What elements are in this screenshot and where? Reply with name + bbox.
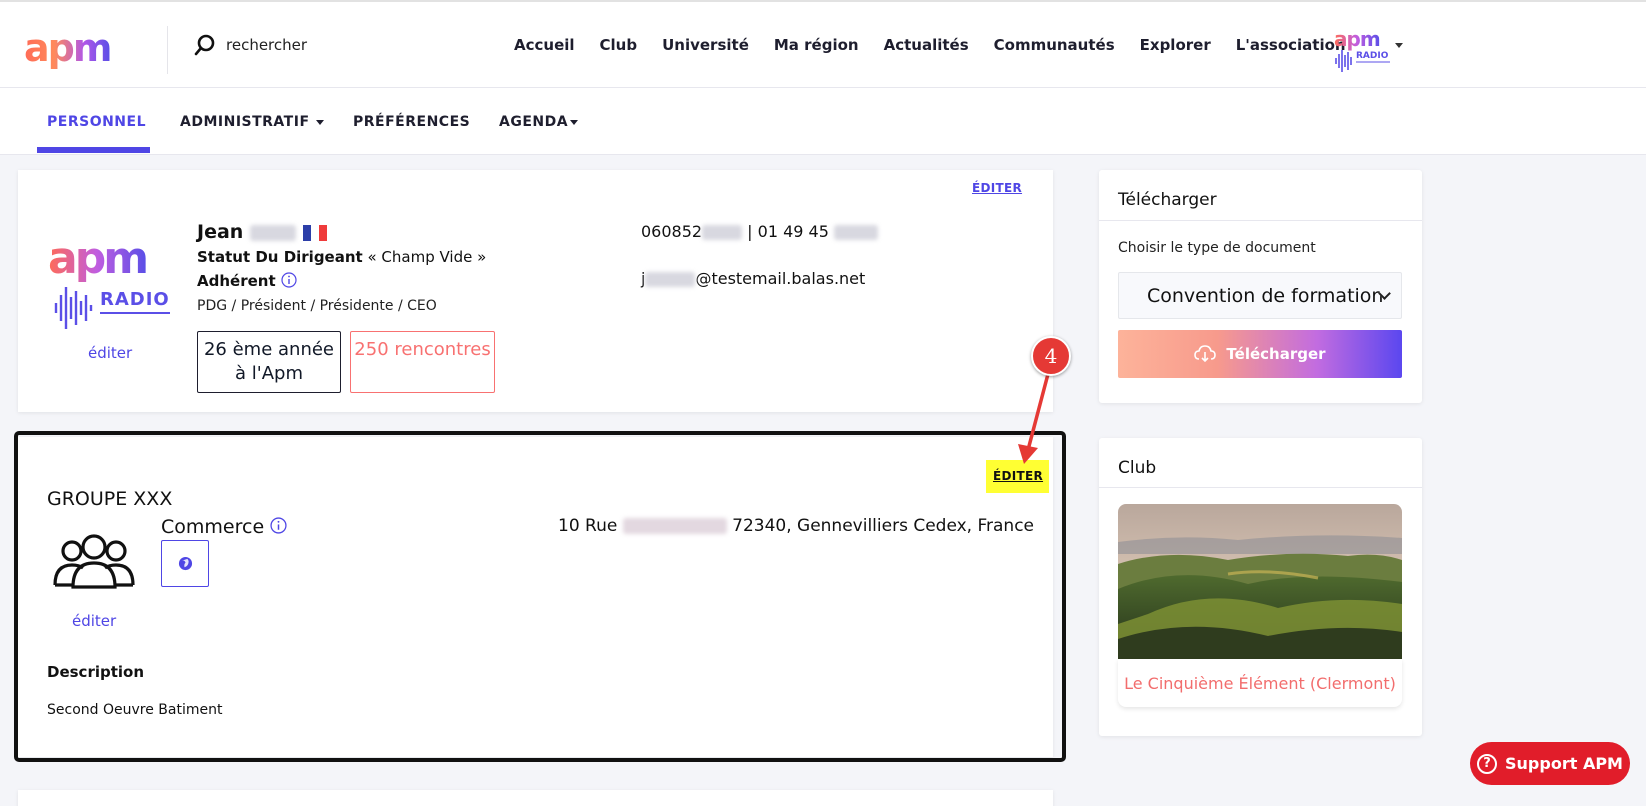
profile-name: Jean <box>197 221 327 243</box>
avatar-edit-link[interactable]: éditer <box>88 344 132 362</box>
search-box[interactable]: rechercher <box>194 34 307 56</box>
tab-agenda[interactable]: AGENDA <box>499 114 579 130</box>
nav-explorer[interactable]: Explorer <box>1140 36 1211 54</box>
annotation-frame <box>14 431 1066 762</box>
cloud-download-icon <box>1194 345 1217 363</box>
document-type-value: Convention de formation <box>1147 285 1384 307</box>
tab-preferences[interactable]: PRÉFÉRENCES <box>353 114 470 130</box>
tab-agenda-label: AGENDA <box>499 114 569 130</box>
meetings-box: 250 rencontres <box>350 331 495 393</box>
club-name-link[interactable]: Le Cinquième Élément (Clermont) <box>1118 659 1402 707</box>
support-button[interactable]: ? Support APM <box>1470 742 1630 785</box>
nav-communautes[interactable]: Communautés <box>994 36 1115 54</box>
top-navbar: apm rechercher Accueil Club Université M… <box>0 0 1646 88</box>
status-value: « Champ Vide » <box>367 248 487 266</box>
avatar: apm RADIO <box>44 221 178 349</box>
last-name-redacted <box>249 224 296 241</box>
nav-universite[interactable]: Université <box>662 36 749 54</box>
document-type-select[interactable]: Convention de formation <box>1118 272 1402 319</box>
status-label: Statut Du Dirigeant <box>197 248 363 266</box>
active-tab-indicator <box>37 147 150 153</box>
info-icon[interactable] <box>281 272 297 288</box>
annotation-step-badge: 4 <box>1031 336 1071 376</box>
radio-menu-caret-icon[interactable] <box>1395 43 1403 48</box>
member-label: Adhérent <box>197 272 276 290</box>
leader-status: Statut Du Dirigeant « Champ Vide » <box>197 248 486 266</box>
next-card <box>18 790 1053 806</box>
nav-club[interactable]: Club <box>600 36 638 54</box>
search-input[interactable]: rechercher <box>226 36 307 54</box>
svg-text:apm: apm <box>1334 28 1380 51</box>
apm-radio-logo[interactable]: apm RADIO <box>1332 27 1392 72</box>
chevron-down-icon <box>315 119 324 125</box>
nav-ma-region[interactable]: Ma région <box>774 36 859 54</box>
email-redacted <box>645 272 696 287</box>
first-name: Jean <box>197 221 244 243</box>
document-type-label: Choisir le type de document <box>1118 240 1316 256</box>
club-title: Club <box>1118 458 1157 478</box>
svg-text:apm: apm <box>48 233 146 284</box>
svg-text:RADIO: RADIO <box>100 289 170 310</box>
profile-tabs: PERSONNEL ADMINISTRATIF PRÉFÉRENCES AGEN… <box>0 88 1646 155</box>
profile-edit-link[interactable]: ÉDITER <box>972 181 1022 195</box>
download-title: Télécharger <box>1118 190 1217 210</box>
email: j @testemail.balas.net <box>641 269 865 288</box>
header-divider <box>167 26 168 74</box>
main-nav: Accueil Club Université Ma région Actual… <box>514 36 1371 54</box>
member-status: Adhérent <box>197 272 297 290</box>
seniority-box: 26 ème année à l'Apm <box>197 331 341 393</box>
support-label: Support APM <box>1505 754 1623 773</box>
download-card: Télécharger Choisir le type de document … <box>1099 170 1422 403</box>
download-button-label: Télécharger <box>1226 345 1326 363</box>
nav-association[interactable]: L'association <box>1236 36 1346 54</box>
mobile-phone: 060852 <box>641 222 703 241</box>
download-button[interactable]: Télécharger <box>1118 330 1402 378</box>
search-icon <box>194 34 215 56</box>
phone-numbers: 060852 | 01 49 45 <box>641 222 878 241</box>
phone-redacted <box>702 225 743 240</box>
annotation-arrow-icon <box>1018 373 1050 464</box>
job-title: PDG / Président / Présidente / CEO <box>197 298 437 314</box>
club-image[interactable] <box>1118 504 1402 659</box>
apm-logo[interactable]: apm <box>24 26 112 70</box>
club-card: Club Le Cinquième Élément (Clermont) <box>1099 438 1422 736</box>
tab-administratif[interactable]: ADMINISTRATIF <box>180 114 324 130</box>
email-domain: @testemail.balas.net <box>695 269 866 288</box>
tab-administratif-label: ADMINISTRATIF <box>180 114 310 130</box>
divider <box>1099 487 1422 488</box>
divider <box>1099 220 1422 221</box>
tab-personnel[interactable]: PERSONNEL <box>47 114 146 130</box>
landline-phone: | 01 49 45 <box>747 222 829 241</box>
france-flag-icon <box>302 224 327 241</box>
nav-actualites[interactable]: Actualités <box>884 36 969 54</box>
nav-accueil[interactable]: Accueil <box>514 36 575 54</box>
phone-redacted <box>834 225 878 240</box>
help-icon: ? <box>1477 753 1498 774</box>
chevron-down-icon <box>570 119 579 125</box>
svg-text:RADIO: RADIO <box>1356 51 1389 61</box>
